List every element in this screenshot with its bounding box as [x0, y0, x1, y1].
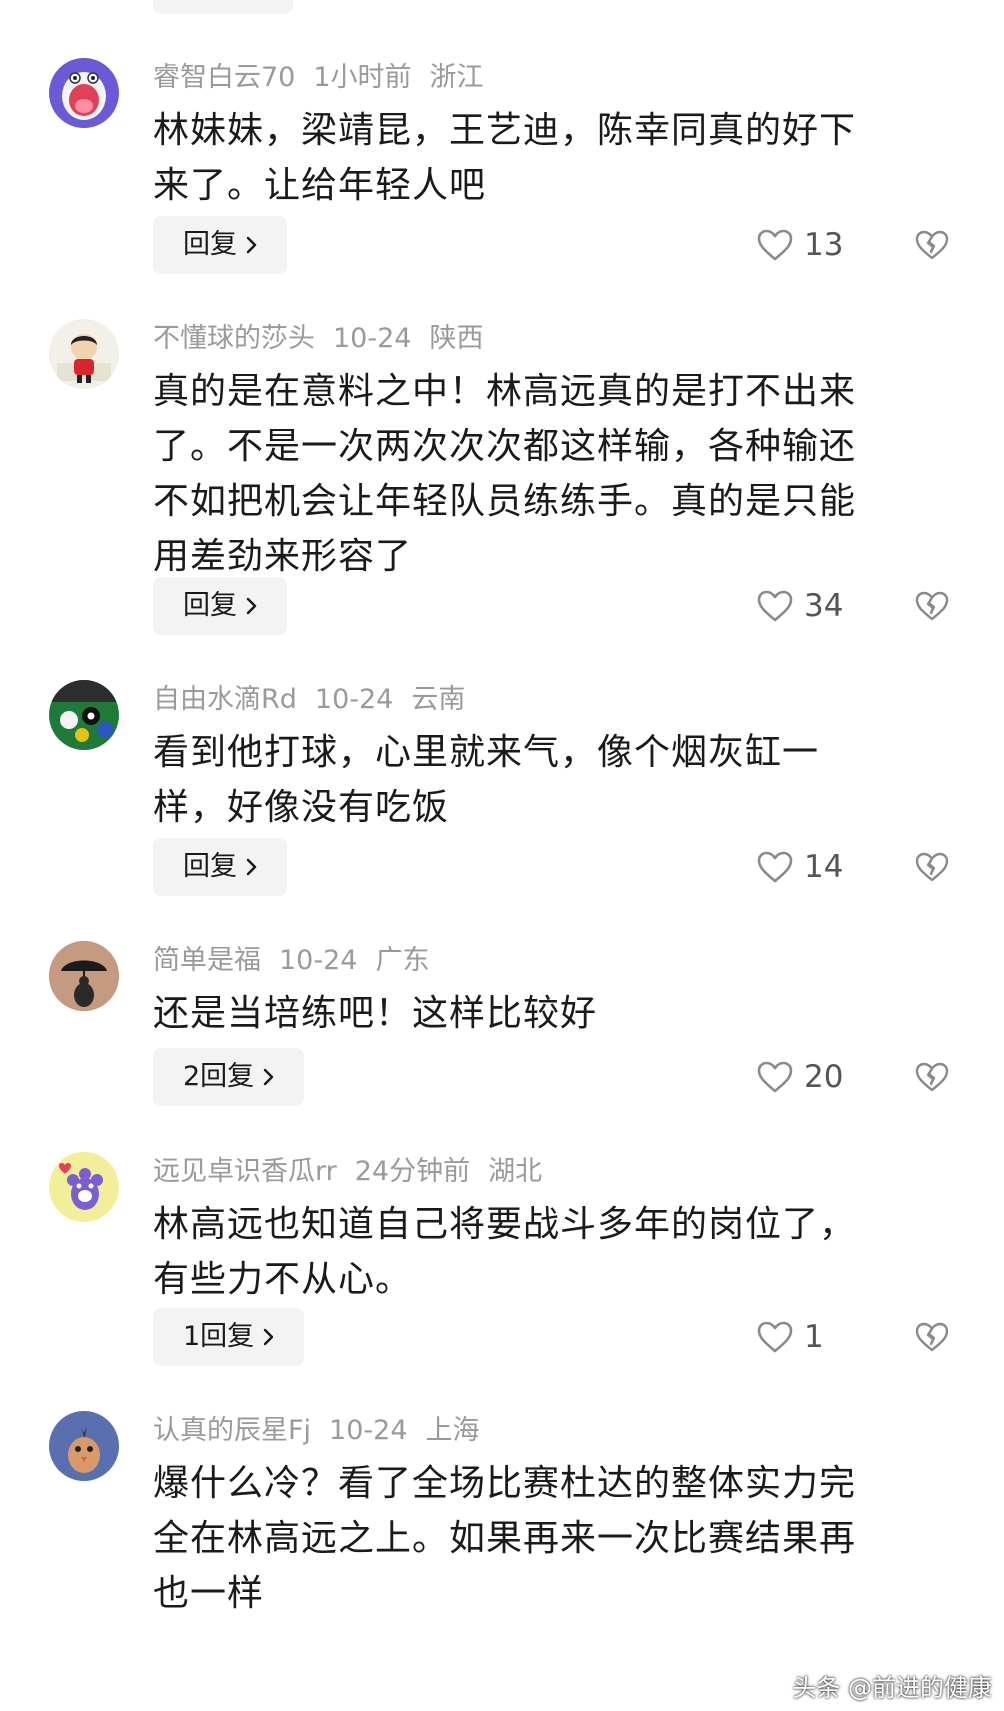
reply-label: 回复 [183, 590, 237, 621]
comment-line: 用差劲来形容了 [153, 536, 413, 577]
like-button[interactable]: 20 [756, 1048, 844, 1106]
comment-line: 了。不是一次两次次次都这样输，各种输还 [153, 426, 857, 467]
cartoon-mouth-avatar-icon [49, 58, 119, 128]
location: 上海 [425, 1415, 480, 1446]
like-count: 14 [804, 849, 844, 885]
comment-line: 还是当培练吧！这样比较好 [153, 993, 598, 1034]
timestamp: 10-24 [333, 323, 412, 354]
like-button[interactable]: 14 [756, 838, 844, 896]
comment-line: 来了。让给年轻人吧 [153, 165, 487, 206]
username[interactable]: 简单是福 [153, 945, 261, 976]
broken-heart-icon [915, 230, 949, 260]
reply-button[interactable]: 回复 [153, 216, 287, 274]
comment-line: 爆什么冷？看了全场比赛杜达的整体实力完 [153, 1463, 857, 1504]
reply-button[interactable]: 回复 [153, 838, 287, 896]
comment-line: 全在林高远之上。如果再来一次比赛结果再 [153, 1518, 857, 1559]
reply-label: 2回复 [183, 1061, 255, 1092]
chevron-right-icon [246, 236, 257, 254]
comment-line: 看到他打球，心里就来气，像个烟灰缸一 [153, 732, 820, 773]
chevron-right-icon [263, 1068, 274, 1086]
username[interactable]: 认真的辰星Fj [153, 1415, 311, 1446]
comment-meta: 不懂球的莎头 10-24 陕西 [153, 321, 501, 357]
heart-icon [757, 1061, 793, 1093]
like-button[interactable]: 34 [756, 577, 844, 635]
comment-meta: 远见卓识香瓜rr 24分钟前 湖北 [153, 1154, 560, 1190]
reply-button[interactable]: 2回复 [153, 1048, 305, 1106]
billiards-avatar-icon [49, 680, 119, 750]
username[interactable]: 自由水滴Rd [153, 684, 297, 715]
heart-icon [757, 229, 793, 261]
comment-line: 不如把机会让年轻队员练练手。真的是只能 [153, 481, 857, 522]
bird-avatar-icon [49, 1411, 119, 1481]
heart-icon [757, 1321, 793, 1353]
heart-icon [757, 590, 793, 622]
avatar[interactable] [49, 319, 119, 389]
comment-text: 爆什么冷？看了全场比赛杜达的整体实力完 全在林高远之上。如果再来一次比赛结果再 … [153, 1456, 943, 1621]
timestamp: 10-24 [314, 684, 394, 715]
comment-line: 真的是在意料之中！林高远真的是打不出来 [153, 371, 857, 412]
comment-line: 林高远也知道自己将要战斗多年的岗位了， [153, 1204, 857, 1245]
reply-button[interactable]: 回复 [153, 577, 287, 635]
comment-meta: 简单是福 10-24 广东 [153, 943, 447, 979]
like-count: 1 [804, 1319, 824, 1355]
comment-line: 林妹妹，梁靖昆，王艺迪，陈幸同真的好下 [153, 110, 857, 151]
dislike-button[interactable] [912, 216, 952, 274]
avatar[interactable] [49, 1411, 119, 1481]
broken-heart-icon [915, 852, 949, 882]
timestamp: 1小时前 [313, 62, 412, 93]
reply-label: 回复 [183, 229, 237, 260]
cartoon-child-avatar-icon [49, 319, 119, 389]
location: 云南 [411, 684, 466, 715]
comment-text: 真的是在意料之中！林高远真的是打不出来 了。不是一次两次次次都这样输，各种输还 … [153, 364, 943, 584]
avatar[interactable] [49, 680, 119, 750]
chevron-right-icon [246, 597, 257, 615]
like-count: 20 [804, 1059, 844, 1095]
broken-heart-icon [915, 1322, 949, 1352]
dislike-button[interactable] [912, 1048, 952, 1106]
like-button[interactable]: 1 [756, 1308, 844, 1366]
comment-line: 也一样 [153, 1573, 265, 1614]
dislike-button[interactable] [912, 1308, 952, 1366]
umbrella-avatar-icon [49, 941, 119, 1011]
heart-icon [757, 851, 793, 883]
avatar[interactable] [49, 58, 119, 128]
comment-meta: 自由水滴Rd 10-24 云南 [153, 682, 483, 718]
like-count: 34 [804, 588, 844, 624]
location: 广东 [375, 945, 430, 976]
comment-meta: 认真的辰星Fj 10-24 上海 [153, 1413, 498, 1449]
location: 湖北 [488, 1156, 543, 1187]
username[interactable]: 睿智白云70 [153, 62, 295, 93]
dislike-button[interactable] [912, 838, 952, 896]
comment-line: 样，好像没有吃饭 [153, 787, 450, 828]
location: 浙江 [429, 62, 484, 93]
broken-heart-icon [915, 591, 949, 621]
previous-reply-button-edge [153, 0, 293, 14]
timestamp: 24分钟前 [354, 1156, 471, 1187]
like-button[interactable]: 13 [756, 216, 844, 274]
comment-meta: 睿智白云70 1小时前 浙江 [153, 60, 502, 96]
paw-avatar-icon [49, 1152, 119, 1222]
timestamp: 10-24 [329, 1415, 408, 1446]
avatar[interactable] [49, 941, 119, 1011]
broken-heart-icon [915, 1062, 949, 1092]
reply-label: 回复 [183, 851, 237, 882]
chevron-right-icon [263, 1328, 274, 1346]
reply-label: 1回复 [183, 1321, 255, 1352]
comment-text: 看到他打球，心里就来气，像个烟灰缸一 样，好像没有吃饭 [153, 725, 943, 835]
comment-text: 林高远也知道自己将要战斗多年的岗位了， 有些力不从心。 [153, 1197, 943, 1307]
chevron-right-icon [246, 858, 257, 876]
like-count: 13 [804, 227, 844, 263]
username[interactable]: 远见卓识香瓜rr [153, 1156, 337, 1187]
reply-button[interactable]: 1回复 [153, 1308, 305, 1366]
location: 陕西 [429, 323, 484, 354]
avatar[interactable] [49, 1152, 119, 1222]
watermark: 头条 @前进的健康 [792, 1674, 992, 1702]
comment-text: 林妹妹，梁靖昆，王艺迪，陈幸同真的好下 来了。让给年轻人吧 [153, 103, 943, 213]
timestamp: 10-24 [279, 945, 358, 976]
comment-line: 有些力不从心。 [153, 1259, 413, 1300]
dislike-button[interactable] [912, 577, 952, 635]
username[interactable]: 不懂球的莎头 [153, 323, 315, 354]
comment-text: 还是当培练吧！这样比较好 [153, 986, 943, 1041]
